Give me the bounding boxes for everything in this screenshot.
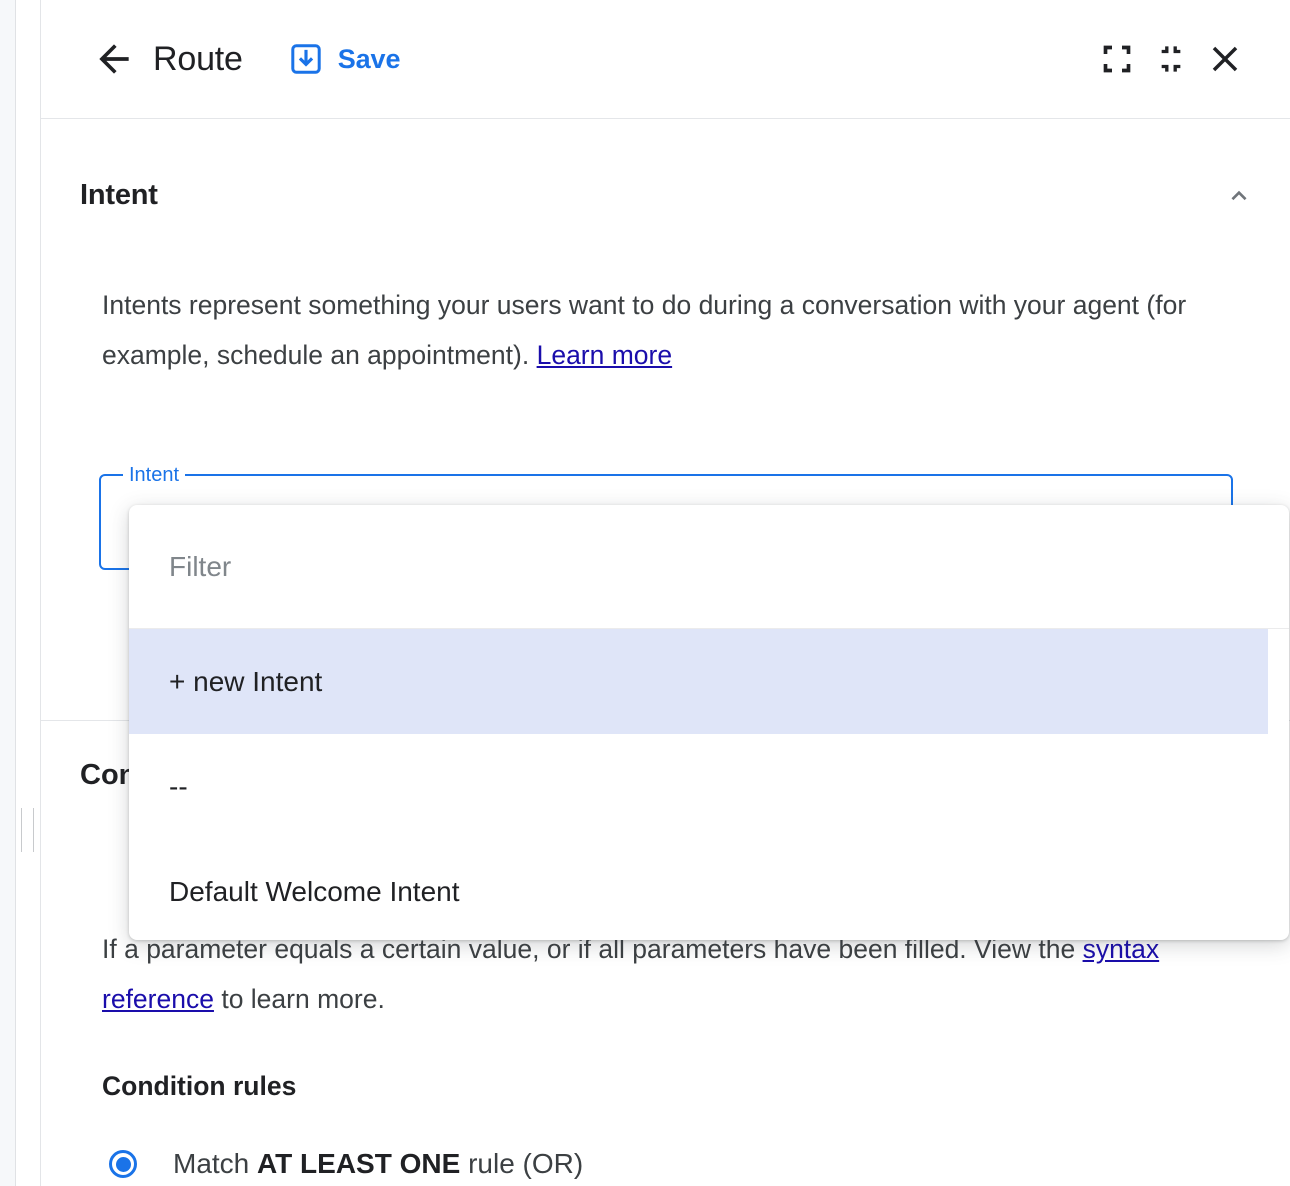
learn-more-link[interactable]: Learn more (537, 340, 673, 370)
panel-gutter (16, 0, 40, 1186)
radio-outer-ring (109, 1150, 137, 1178)
radio-label-strong: AT LEAST ONE (257, 1148, 460, 1179)
save-button-label: Save (338, 44, 401, 75)
dropdown-option-label: + new Intent (169, 666, 322, 698)
panel-header: Route Save (41, 0, 1290, 119)
page-title: Route (153, 40, 243, 79)
radio-button-selected-icon[interactable] (99, 1140, 147, 1186)
fullscreen-button[interactable] (1090, 32, 1144, 86)
intent-section-header[interactable]: Intent (41, 165, 1290, 225)
arrow-left-icon (92, 37, 136, 81)
condition-description-suffix: to learn more. (221, 984, 385, 1014)
save-button[interactable]: Save (288, 41, 401, 77)
resize-handle-line (33, 808, 34, 852)
close-x-icon (1204, 38, 1246, 80)
radio-inner-dot (116, 1157, 131, 1172)
dropdown-option-none[interactable]: -- (129, 734, 1268, 839)
dropdown-option-new-intent[interactable]: + new Intent (129, 629, 1268, 734)
panel-resize-handle[interactable] (21, 808, 34, 852)
app-rail-strip (0, 0, 15, 1186)
intent-section-description: Intents represent something your users w… (102, 280, 1232, 380)
radio-label-prefix: Match (173, 1148, 257, 1179)
dropdown-filter-input[interactable] (169, 551, 969, 583)
app-root: Route Save (0, 0, 1290, 1186)
dropdown-filter-row (129, 505, 1289, 629)
intent-dropdown-panel: + new Intent -- Default Welcome Intent (129, 505, 1289, 940)
route-panel: Route Save (41, 0, 1290, 1186)
save-download-icon (288, 41, 324, 77)
intent-field-label: Intent (123, 461, 185, 489)
close-button[interactable] (1198, 32, 1252, 86)
dropdown-option-label: Default Welcome Intent (169, 876, 460, 908)
radio-option-label: Match AT LEAST ONE rule (OR) (173, 1148, 583, 1180)
condition-rules-heading: Condition rules (102, 1071, 296, 1102)
radio-label-suffix: rule (OR) (460, 1148, 583, 1179)
chevron-up-icon[interactable] (1219, 175, 1259, 215)
intent-section-title: Intent (80, 179, 158, 212)
resize-handle-line (21, 808, 22, 852)
dropdown-option-default-welcome-intent[interactable]: Default Welcome Intent (129, 839, 1268, 940)
dropdown-option-label: -- (169, 771, 188, 803)
radio-option-match-at-least-one[interactable]: Match AT LEAST ONE rule (OR) (99, 1140, 583, 1186)
back-button[interactable] (91, 36, 137, 82)
collapse-inward-icon (1152, 40, 1190, 78)
expand-fullscreen-icon (1097, 39, 1137, 79)
collapse-button[interactable] (1144, 32, 1198, 86)
